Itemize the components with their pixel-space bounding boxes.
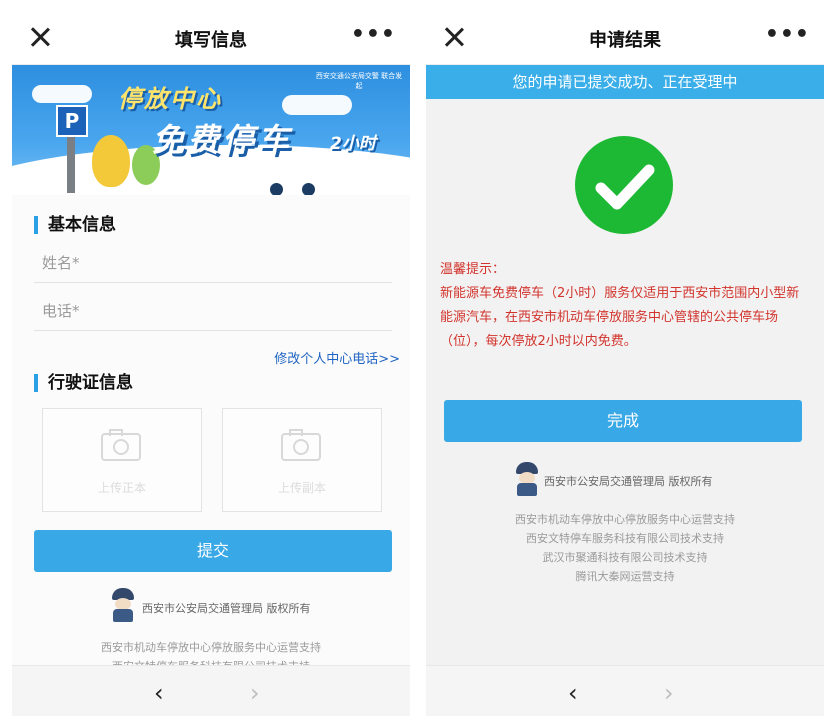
- success-check-icon: [575, 136, 673, 234]
- back-arrow-icon[interactable]: ‹: [568, 679, 578, 707]
- banner-headline-1: 停放中心: [118, 85, 222, 113]
- status-notice-bar: 您的申请已提交成功、正在受理中: [426, 65, 824, 99]
- upload-label: 上传正本: [97, 481, 146, 495]
- sponsor-line: 西安文特停车服务科技有限公司技术支持: [526, 532, 724, 545]
- more-menu-icon[interactable]: •••: [351, 22, 396, 47]
- done-button[interactable]: 完成: [444, 400, 802, 442]
- banner-headline-3: 2小时: [330, 134, 376, 154]
- bottom-nav-bar: ‹ ›: [12, 665, 410, 716]
- promo-banner: P 西安交通公安局交警 联合发起 停放中心 免费停车 2小时: [12, 65, 410, 195]
- license-info-heading: 行驶证信息: [34, 374, 133, 392]
- sponsor-line: 腾讯大秦网运营支持: [575, 570, 675, 583]
- tip-heading: 温馨提示：: [440, 262, 506, 277]
- banner-organizer-text: 西安交通公安局交警 联合发起: [315, 72, 403, 90]
- submit-button[interactable]: 提交: [34, 530, 392, 572]
- upload-license-front[interactable]: 上传正本: [42, 408, 202, 512]
- cloud-decoration: [282, 95, 352, 115]
- phone-label: 电话*: [42, 302, 80, 320]
- sponsor-line: 武汉市聚通科技有限公司技术支持: [542, 551, 708, 564]
- upload-label: 上传副本: [277, 481, 326, 495]
- form-screen: 填写信息 ••• P 西安交通公安局交警 联合发起 停放中心 免费停车 2小时 …: [12, 10, 410, 716]
- top-bar: 填写信息 •••: [12, 10, 410, 65]
- basic-info-heading: 基本信息: [34, 216, 116, 234]
- forward-arrow-icon[interactable]: ›: [664, 679, 674, 707]
- modify-phone-link[interactable]: 修改个人中心电话>>: [274, 348, 400, 367]
- sponsor-line: 西安市机动车停放中心停放服务中心运营支持: [101, 641, 321, 654]
- copyright-text: 西安市公安局交通管理局 版权所有: [544, 475, 713, 488]
- copyright-text: 西安市公安局交通管理局 版权所有: [142, 602, 311, 615]
- forward-arrow-icon[interactable]: ›: [250, 679, 260, 707]
- parking-sign-icon: P: [56, 105, 88, 137]
- police-mascot-icon: [512, 462, 542, 496]
- sponsor-line: 西安市机动车停放中心停放服务中心运营支持: [515, 513, 735, 526]
- cloud-decoration: [32, 85, 92, 103]
- result-screen: 申请结果 ••• 您的申请已提交成功、正在受理中 温馨提示： 新能源车免费停车（…: [426, 10, 824, 716]
- name-label: 姓名*: [42, 254, 80, 272]
- car-wheel: [300, 181, 317, 195]
- more-menu-icon[interactable]: •••: [765, 22, 810, 47]
- upload-license-back[interactable]: 上传副本: [222, 408, 382, 512]
- back-arrow-icon[interactable]: ‹: [154, 679, 164, 707]
- camera-icon: [101, 429, 141, 461]
- banner-headline-2: 免费停车: [152, 121, 293, 159]
- car-wheel: [268, 181, 285, 195]
- tip-body-text: 新能源车免费停车（2小时）服务仅适用于西安市范围内小型新能源汽车，在西安市机动车…: [440, 286, 800, 349]
- bottom-nav-bar: ‹ ›: [426, 665, 824, 716]
- tree-decoration: [92, 135, 130, 187]
- top-bar: 申请结果 •••: [426, 10, 824, 65]
- phone-field[interactable]: 电话*: [34, 286, 392, 331]
- camera-icon: [281, 429, 321, 461]
- name-field[interactable]: 姓名*: [34, 238, 392, 283]
- police-mascot-icon: [108, 588, 138, 622]
